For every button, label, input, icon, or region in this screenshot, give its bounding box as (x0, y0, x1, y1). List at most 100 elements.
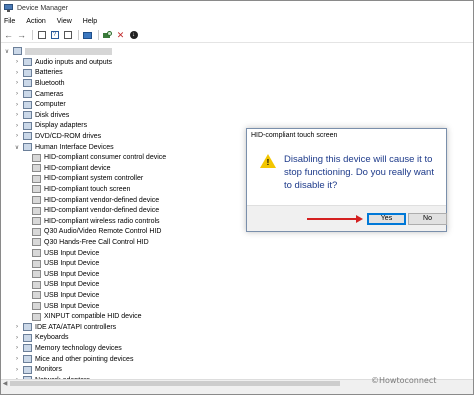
hid-device-icon (32, 302, 41, 311)
category-label: Monitors (35, 366, 62, 374)
device-label: HID-compliant vendor-defined device (44, 207, 160, 215)
device-label: USB Input Device (44, 260, 100, 268)
disk-drive-icon (23, 111, 32, 120)
tree-category[interactable]: › Computer (14, 99, 66, 110)
tree-device[interactable]: HID-compliant touch screen (32, 184, 130, 195)
tree-category[interactable]: › IDE ATA/ATAPI controllers (14, 322, 116, 333)
tree-category-expanded[interactable]: ∨ Human Interface Devices (14, 142, 114, 153)
category-label: Human Interface Devices (35, 143, 114, 151)
audio-icon (23, 58, 32, 67)
hid-device-icon (32, 312, 41, 321)
device-label: HID-compliant system controller (44, 175, 144, 183)
device-label: HID-compliant device (44, 164, 111, 172)
scrollbar-thumb[interactable] (10, 381, 340, 386)
yes-button[interactable]: Yes (367, 213, 406, 225)
tree-device[interactable]: USB Input Device (32, 290, 99, 301)
chevron-right-icon[interactable]: › (14, 123, 20, 129)
title-bar: Device Manager (1, 1, 473, 15)
tree-category[interactable]: › Monitors (14, 364, 62, 375)
tree-device[interactable]: HID-compliant device (32, 163, 111, 174)
tree-device[interactable]: Q30 Audio/Video Remote Control HID (32, 227, 161, 238)
forward-arrow-icon[interactable]: → (16, 30, 27, 41)
category-label: Disk drives (35, 111, 70, 119)
chevron-right-icon[interactable]: › (14, 324, 20, 330)
tree-category[interactable]: › Audio inputs and outputs (14, 57, 112, 68)
monitor-icon (23, 365, 32, 374)
tree-category[interactable]: › Mice and other pointing devices (14, 354, 133, 365)
menu-action[interactable]: Action (26, 18, 45, 25)
tree-device[interactable]: HID-compliant consumer control device (32, 152, 166, 163)
chevron-right-icon[interactable]: › (14, 91, 20, 97)
menu-bar: File Action View Help (1, 15, 473, 27)
tree-category[interactable]: › Display adapters (14, 121, 87, 132)
chevron-right-icon[interactable]: › (14, 59, 20, 65)
device-label: Q30 Hands-Free Call Control HID (44, 238, 149, 246)
hid-icon (23, 143, 32, 152)
tree-category[interactable]: › Disk drives (14, 110, 69, 121)
tree-category[interactable]: › Cameras (14, 89, 63, 100)
tree-root[interactable]: ∨ (4, 46, 112, 57)
tree-device[interactable]: USB Input Device (32, 280, 99, 291)
device-manager-icon (4, 4, 13, 12)
device-label: USB Input Device (44, 302, 100, 310)
back-arrow-icon[interactable]: ← (3, 30, 14, 41)
dialog-message: Disabling this device will cause it to s… (284, 154, 434, 191)
device-label: HID-compliant wireless radio controls (44, 217, 160, 225)
chevron-right-icon[interactable]: › (14, 345, 20, 351)
hid-device-icon (32, 270, 41, 279)
hid-device-icon (32, 259, 41, 268)
no-button[interactable]: No (408, 213, 447, 225)
tree-category[interactable]: › Batteries (14, 68, 63, 79)
properties-alt-icon[interactable] (62, 30, 73, 41)
monitor-icon[interactable] (82, 30, 93, 41)
tree-category[interactable]: › Keyboards (14, 333, 68, 344)
menu-file[interactable]: File (4, 18, 15, 25)
category-label: Cameras (35, 90, 64, 98)
uninstall-icon[interactable]: ✕ (115, 30, 126, 41)
tree-device[interactable]: USB Input Device (32, 301, 99, 312)
chevron-right-icon[interactable]: › (14, 70, 20, 76)
category-label: Audio inputs and outputs (35, 58, 113, 66)
hid-device-icon (32, 185, 41, 194)
chevron-right-icon[interactable]: › (14, 102, 20, 108)
chevron-right-icon[interactable]: › (14, 335, 20, 341)
menu-view[interactable]: View (57, 18, 72, 25)
tree-device[interactable]: HID-compliant vendor-defined device (32, 205, 159, 216)
camera-icon (23, 90, 32, 99)
confirm-disable-dialog: HID-compliant touch screen ! Disabling t… (246, 128, 447, 232)
tree-device[interactable]: USB Input Device (32, 258, 99, 269)
chevron-right-icon[interactable]: › (14, 356, 20, 362)
chevron-down-icon[interactable]: ∨ (14, 144, 20, 151)
bluetooth-icon (23, 79, 32, 88)
hid-device-icon (32, 164, 41, 173)
computer-name-redacted (25, 47, 112, 55)
hid-device-icon (32, 227, 41, 236)
update-driver-icon[interactable] (102, 30, 113, 41)
disable-device-icon[interactable]: ↓ (128, 30, 139, 41)
tree-device[interactable]: USB Input Device (32, 248, 99, 259)
tree-category[interactable]: › Bluetooth (14, 78, 65, 89)
device-label: USB Input Device (44, 270, 100, 278)
tree-device[interactable]: HID-compliant wireless radio controls (32, 216, 160, 227)
chevron-right-icon[interactable]: › (14, 80, 20, 86)
chevron-right-icon[interactable]: › (14, 112, 20, 118)
tree-device[interactable]: USB Input Device (32, 269, 99, 280)
tree-category[interactable]: › DVD/CD-ROM drives (14, 131, 101, 142)
menu-help[interactable]: Help (83, 18, 97, 25)
display-adapter-icon (23, 121, 32, 130)
chevron-down-icon[interactable]: ∨ (4, 48, 10, 55)
chevron-right-icon[interactable]: › (14, 367, 20, 373)
tree-device[interactable]: Q30 Hands-Free Call Control HID (32, 237, 149, 248)
chevron-right-icon[interactable]: › (14, 133, 20, 139)
tree-device[interactable]: HID-compliant system controller (32, 174, 143, 185)
keyboard-icon (23, 333, 32, 342)
category-label: Keyboards (35, 334, 69, 342)
category-label: Batteries (35, 69, 63, 77)
tree-device[interactable]: HID-compliant vendor-defined device (32, 195, 159, 206)
toolbar: ← → ? ✕ ↓ (1, 28, 473, 43)
properties-icon[interactable] (36, 30, 47, 41)
tree-category[interactable]: › Memory technology devices (14, 343, 122, 354)
help-icon[interactable]: ? (49, 30, 60, 41)
hid-device-icon (32, 238, 41, 247)
tree-device[interactable]: XINPUT compatible HID device (32, 311, 142, 322)
